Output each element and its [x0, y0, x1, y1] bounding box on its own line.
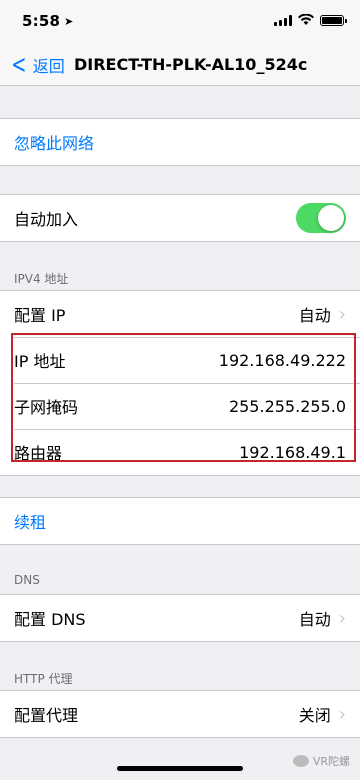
chevron-right-icon: › — [338, 303, 346, 325]
dns-group: 配置 DNS 自动 › — [0, 594, 360, 642]
router-value: 192.168.49.1 — [239, 442, 346, 462]
configure-dns-row[interactable]: 配置 DNS 自动 › — [0, 595, 360, 641]
ipv4-group: 配置 IP 自动 › IP 地址 192.168.49.222 子网掩码 255… — [0, 290, 360, 476]
router-row: 路由器 192.168.49.1 — [0, 429, 360, 475]
configure-proxy-value: 关闭 › — [298, 703, 346, 726]
back-label: 返回 — [32, 57, 65, 76]
status-time: 5:58 ➤ — [22, 12, 74, 30]
configure-proxy-row[interactable]: 配置代理 关闭 › — [0, 691, 360, 737]
auto-join-toggle[interactable] — [296, 203, 346, 233]
http-proxy-group: 配置代理 关闭 › — [0, 690, 360, 738]
back-button[interactable]: < 返回 — [8, 50, 65, 80]
status-bar: 5:58 ➤ — [0, 0, 360, 44]
wifi-icon — [298, 14, 314, 25]
configure-proxy-label: 配置代理 — [14, 706, 79, 725]
forget-network-button[interactable]: 忽略此网络 — [0, 119, 360, 165]
wechat-icon — [292, 755, 309, 767]
home-indicator[interactable] — [117, 766, 243, 771]
watermark: VR陀螺 — [292, 753, 350, 769]
cellular-signal-icon — [274, 14, 292, 26]
ip-address-label: IP 地址 — [14, 352, 66, 371]
chevron-right-icon: › — [338, 703, 346, 725]
http-proxy-section-header: HTTP 代理 — [14, 672, 73, 686]
page-title: DIRECT-TH-PLK-AL10_524c — [74, 55, 308, 74]
toggle-knob — [318, 205, 344, 231]
ip-address-row: IP 地址 192.168.49.222 — [0, 337, 360, 383]
configure-dns-label: 配置 DNS — [14, 610, 86, 629]
dns-section-header: DNS — [14, 573, 40, 587]
configure-ip-row[interactable]: 配置 IP 自动 › — [0, 291, 360, 337]
ip-address-value: 192.168.49.222 — [218, 350, 346, 370]
router-label: 路由器 — [14, 444, 63, 463]
status-icons — [274, 14, 347, 26]
renew-lease-button[interactable]: 续租 — [0, 498, 360, 544]
navigation-bar: < 返回 DIRECT-TH-PLK-AL10_524c — [0, 44, 360, 86]
auto-join-group: 自动加入 — [0, 194, 360, 242]
configure-ip-label: 配置 IP — [14, 306, 66, 325]
renew-lease-label: 续租 — [14, 513, 47, 532]
renew-lease-group: 续租 — [0, 497, 360, 545]
configure-ip-value: 自动 › — [298, 303, 346, 326]
forget-network-label: 忽略此网络 — [14, 134, 95, 153]
auto-join-label: 自动加入 — [14, 210, 79, 229]
auto-join-row: 自动加入 — [0, 195, 360, 241]
ipv4-section-header: IPV4 地址 — [14, 272, 69, 286]
subnet-mask-row: 子网掩码 255.255.255.0 — [0, 383, 360, 429]
chevron-right-icon: › — [338, 607, 346, 629]
chevron-left-icon: < — [11, 50, 27, 80]
subnet-mask-value: 255.255.255.0 — [228, 396, 346, 416]
location-arrow-icon: ➤ — [64, 15, 74, 28]
subnet-mask-label: 子网掩码 — [14, 398, 79, 417]
battery-icon — [320, 14, 347, 26]
configure-dns-value: 自动 › — [298, 607, 346, 630]
forget-network-group: 忽略此网络 — [0, 118, 360, 166]
